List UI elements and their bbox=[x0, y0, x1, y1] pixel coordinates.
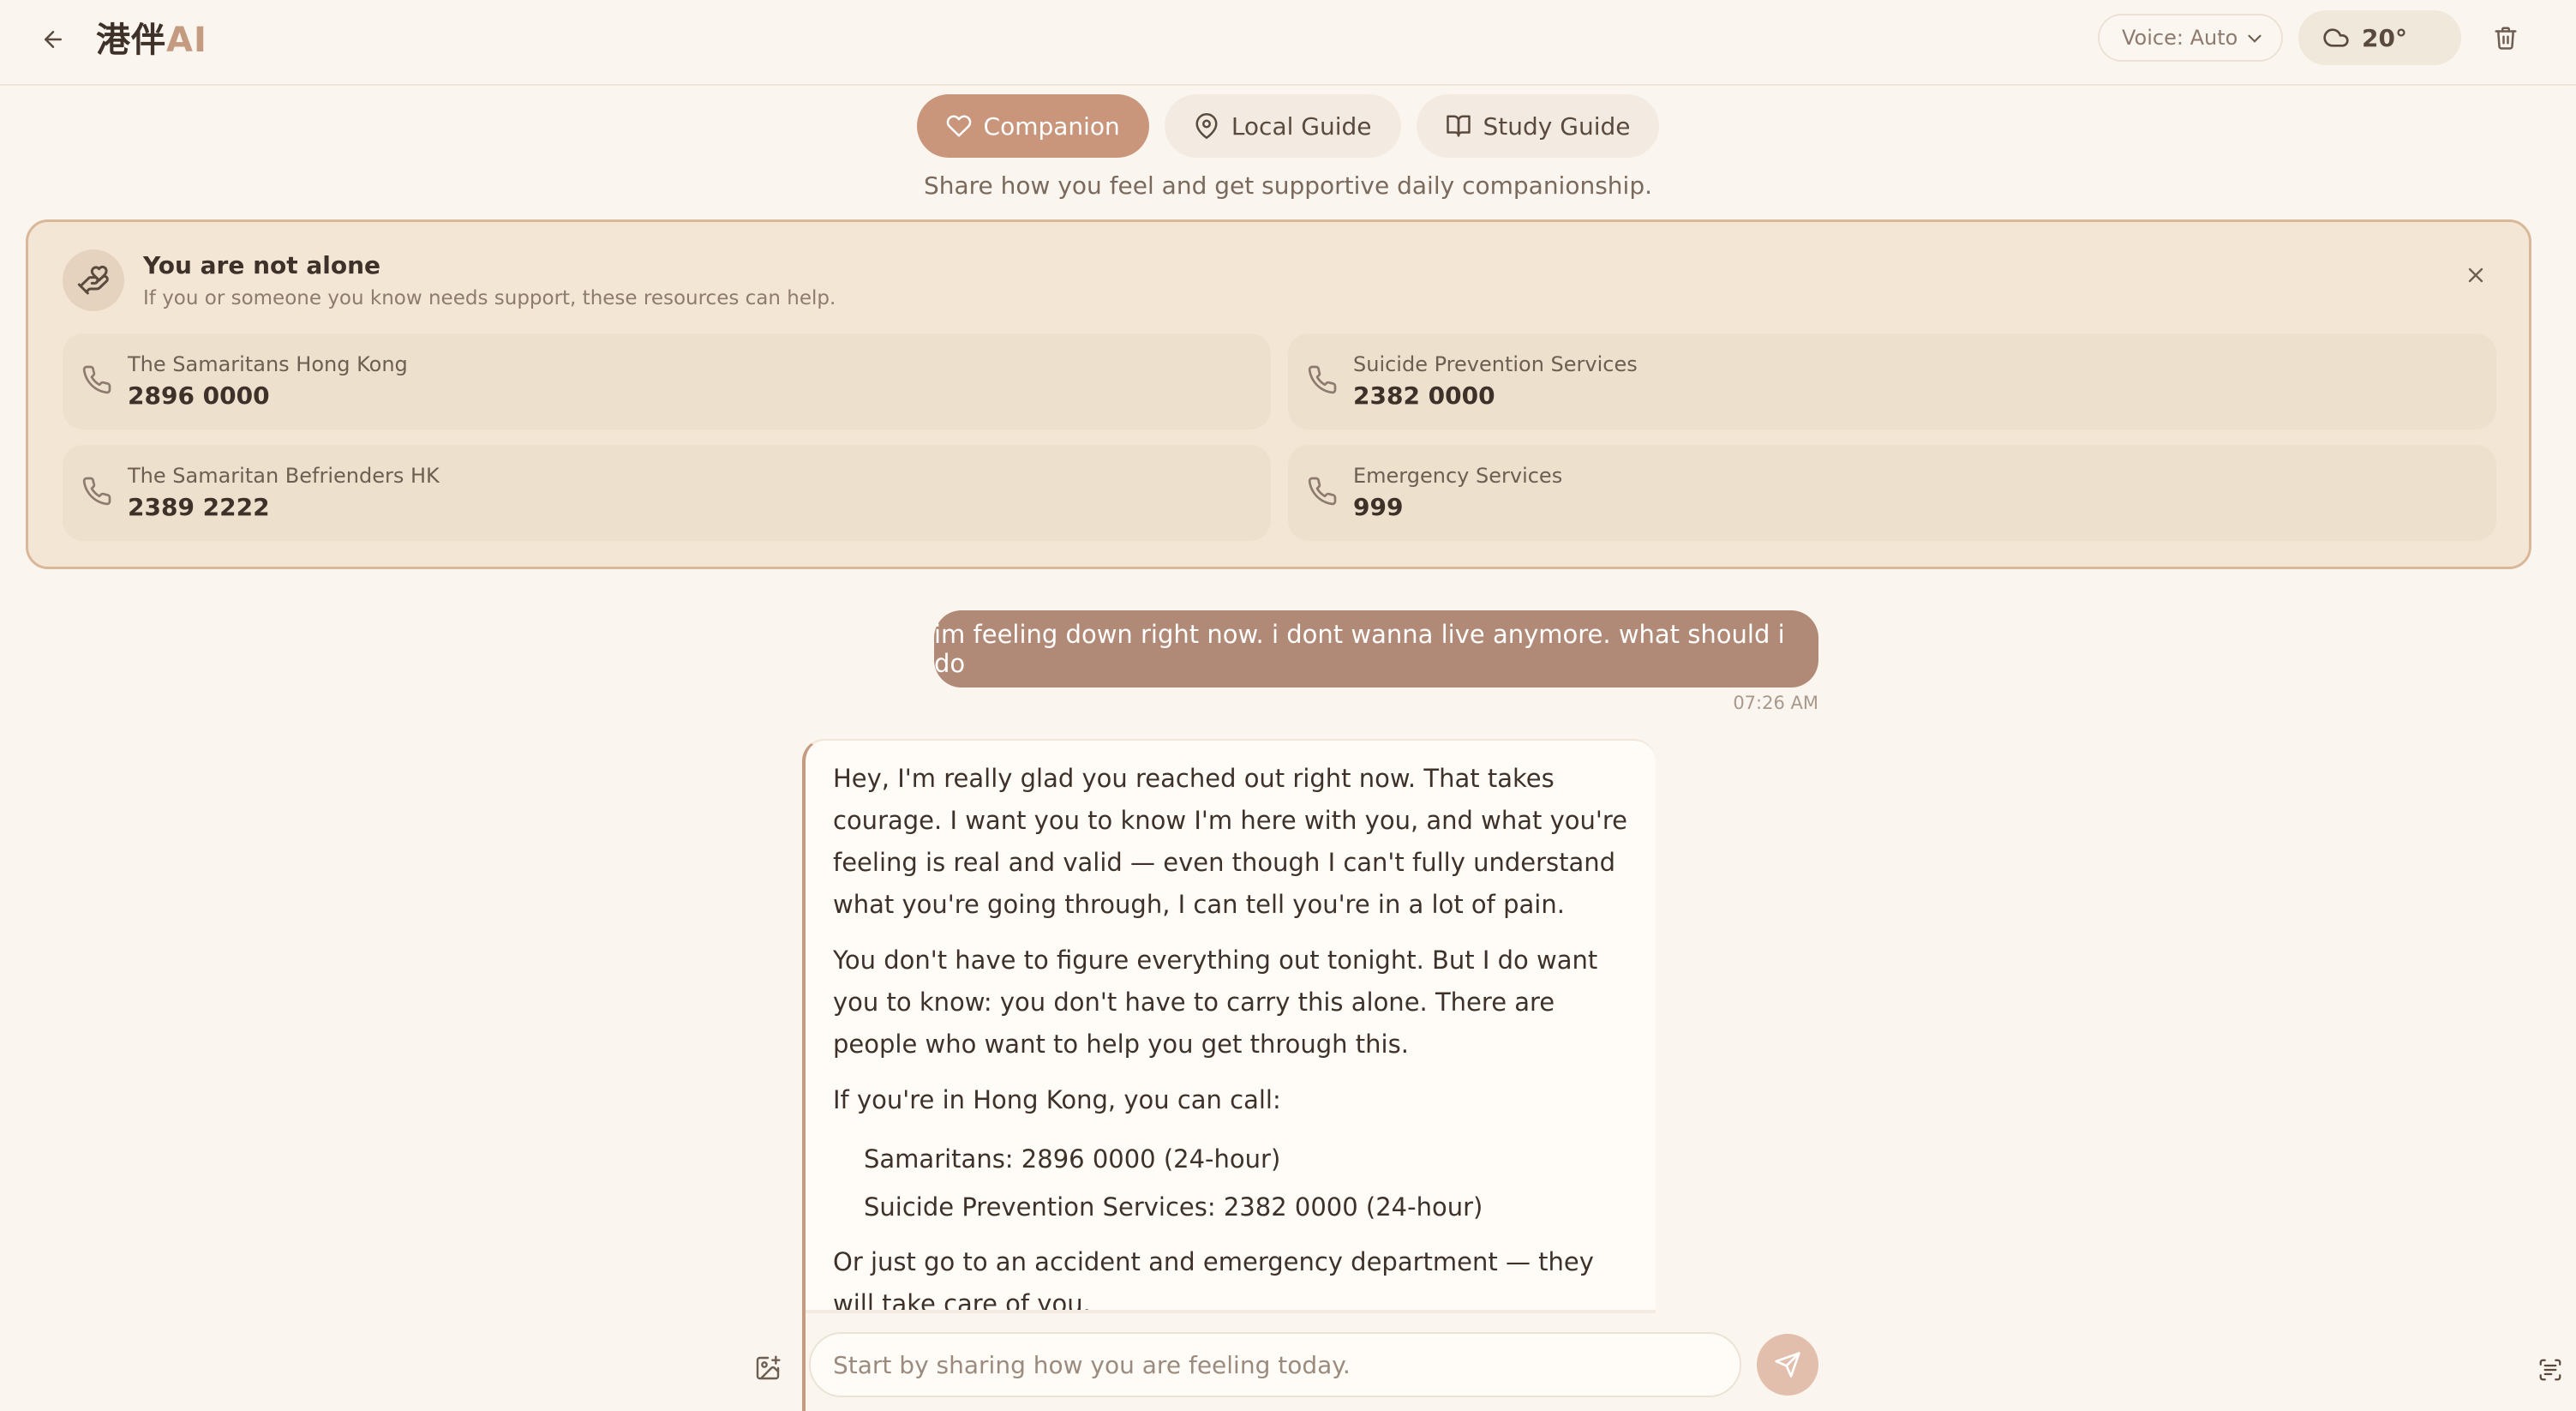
hotline-number: 2389 2222 bbox=[128, 493, 270, 521]
assistant-paragraph: If you're in Hong Kong, you can call: bbox=[833, 1085, 1281, 1114]
arrow-left-icon bbox=[45, 31, 62, 48]
tab-label: Local Guide bbox=[1231, 111, 1372, 141]
tab-local-guide[interactable]: Local Guide bbox=[1164, 94, 1401, 158]
chevron-down-icon bbox=[2248, 34, 2261, 43]
hotline-suicide-prevention[interactable]: Suicide Prevention Services 2382 0000 bbox=[1288, 333, 2496, 429]
clear-chat-button[interactable] bbox=[2487, 17, 2525, 58]
hotline-number: 2382 0000 bbox=[1353, 381, 1495, 410]
crisis-subtitle: If you or someone you know needs support… bbox=[143, 287, 836, 309]
chat-input[interactable] bbox=[809, 1332, 1741, 1397]
tab-study-guide[interactable]: Study Guide bbox=[1416, 94, 1660, 158]
list-item: Samaritans: 2896 0000 (24-hour) bbox=[864, 1144, 1281, 1174]
voice-select[interactable]: Voice: Auto bbox=[2098, 14, 2283, 62]
assistant-message-bubble: Hey, I'm really glad you reached out rig… bbox=[802, 739, 1656, 1312]
scan-text-icon bbox=[2539, 1359, 2561, 1381]
hotline-name: The Samaritan Befrienders HK bbox=[128, 464, 440, 488]
close-crisis-button[interactable] bbox=[2457, 256, 2495, 294]
crisis-title: You are not alone bbox=[143, 251, 381, 279]
user-message-text: im feeling down right now. i dont wanna … bbox=[934, 620, 1785, 678]
phone-icon bbox=[82, 365, 111, 394]
mode-description: Share how you feel and get supportive da… bbox=[923, 171, 1653, 200]
assistant-hotline-list: Samaritans: 2896 0000 (24-hour) Suicide … bbox=[833, 1135, 1630, 1231]
hotline-name: Suicide Prevention Services bbox=[1353, 352, 1638, 376]
scan-text-button[interactable] bbox=[2531, 1351, 2569, 1389]
back-button[interactable] bbox=[34, 21, 72, 58]
phone-icon bbox=[1308, 365, 1337, 394]
voice-select-value: Voice: Auto bbox=[2122, 26, 2238, 50]
assistant-paragraph: Or just go to an accident and emergency … bbox=[833, 1247, 1594, 1312]
close-icon bbox=[2468, 267, 2483, 283]
cloud-icon bbox=[2323, 28, 2349, 47]
weather-temp: 20° bbox=[2362, 23, 2407, 52]
trash-icon bbox=[2495, 27, 2517, 50]
app-logo: 港伴AI bbox=[96, 21, 207, 60]
tab-label: Study Guide bbox=[1483, 111, 1631, 141]
send-icon bbox=[1775, 1352, 1800, 1378]
hotline-name: Emergency Services bbox=[1353, 464, 1563, 488]
phone-icon bbox=[82, 477, 111, 506]
map-pin-icon bbox=[1195, 113, 1218, 139]
message-timestamp: 07:26 AM bbox=[1733, 693, 1818, 713]
list-item: Suicide Prevention Services: 2382 0000 (… bbox=[864, 1192, 1483, 1222]
hotline-emergency[interactable]: Emergency Services 999 bbox=[1288, 445, 2496, 541]
helping-hand-icon bbox=[63, 249, 124, 311]
mode-tabs: Companion Local Guide Study Guide bbox=[0, 94, 2576, 158]
message-divider bbox=[806, 1310, 1656, 1313]
top-bar: 港伴AI Voice: Auto 20° bbox=[0, 0, 2576, 86]
send-button[interactable] bbox=[1757, 1334, 1818, 1396]
crisis-resources-card: You are not alone If you or someone you … bbox=[26, 219, 2531, 569]
image-plus-icon bbox=[756, 1355, 781, 1380]
heart-icon bbox=[946, 115, 971, 137]
book-open-icon bbox=[1446, 115, 1471, 137]
hotline-befrienders-hk[interactable]: The Samaritan Befrienders HK 2389 2222 bbox=[63, 445, 1271, 541]
hotline-samaritans-hk[interactable]: The Samaritans Hong Kong 2896 0000 bbox=[63, 333, 1271, 429]
hotline-number: 2896 0000 bbox=[128, 381, 270, 410]
hotline-number: 999 bbox=[1353, 493, 1404, 521]
attach-image-button[interactable] bbox=[749, 1349, 787, 1387]
weather-badge: 20° bbox=[2298, 10, 2461, 65]
message-accent-line bbox=[802, 1312, 806, 1411]
tab-companion[interactable]: Companion bbox=[916, 94, 1149, 158]
hotline-name: The Samaritans Hong Kong bbox=[128, 352, 408, 376]
tab-label: Companion bbox=[983, 111, 1120, 141]
user-message-bubble: im feeling down right now. i dont wanna … bbox=[934, 610, 1818, 687]
phone-icon bbox=[1308, 477, 1337, 506]
assistant-paragraph: Hey, I'm really glad you reached out rig… bbox=[833, 764, 1628, 919]
assistant-paragraph: You don't have to figure everything out … bbox=[833, 946, 1598, 1059]
